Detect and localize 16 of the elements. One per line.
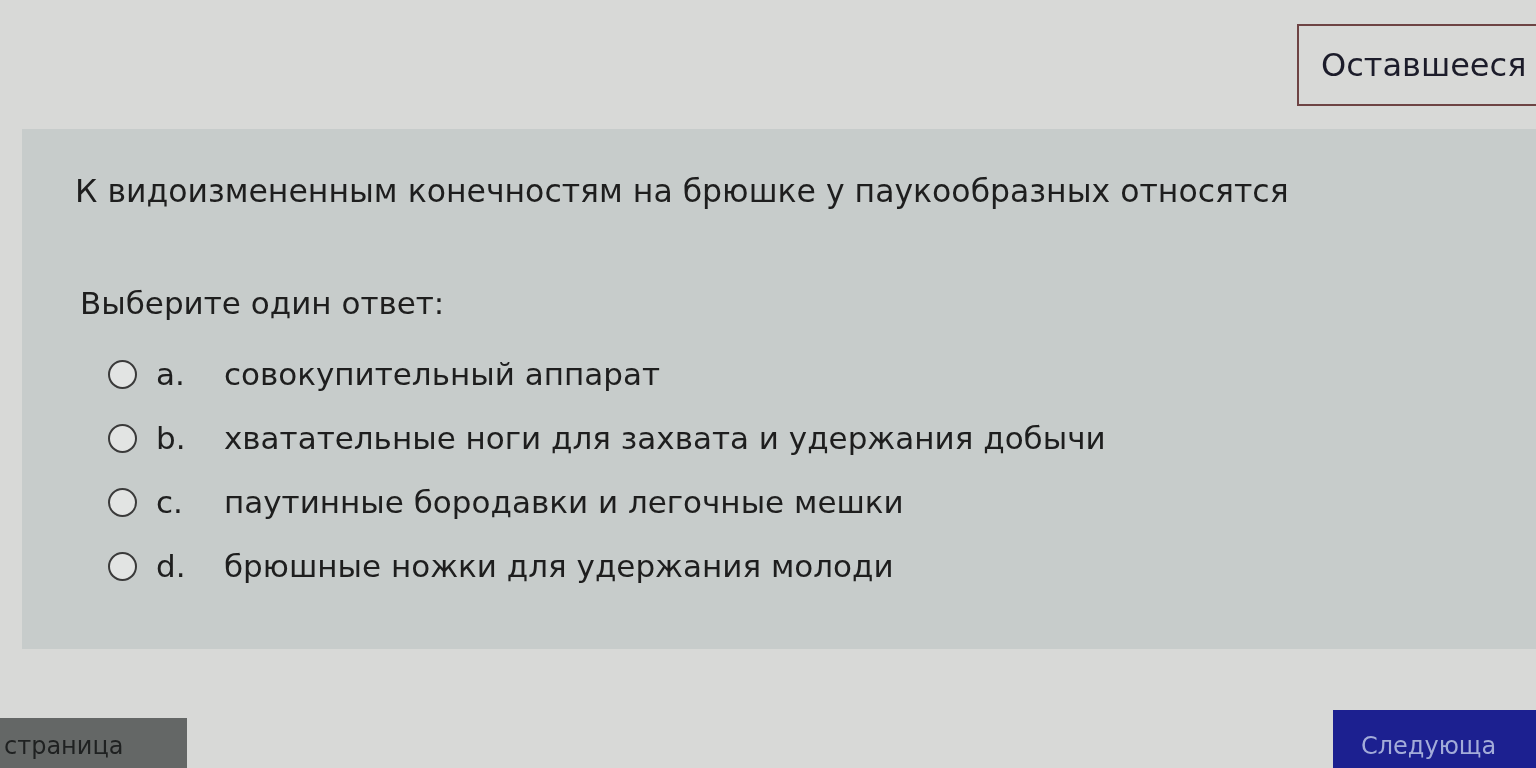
option-letter: c. [156, 484, 184, 520]
time-remaining-label: Оставшееся [1297, 24, 1536, 106]
radio-button[interactable] [108, 423, 137, 453]
answer-prompt: Выберите один ответ: [80, 285, 445, 321]
option-letter: a. [156, 356, 186, 392]
option-letter: d. [156, 548, 187, 584]
option-text[interactable]: хватательные ноги для захвата и удержания добычи [224, 420, 1106, 456]
next-page-button[interactable]: Следующа [1333, 710, 1536, 768]
option-text[interactable]: совокупительный аппарат [224, 356, 660, 392]
option-text[interactable]: брюшные ножки для удержания молоди [224, 548, 894, 584]
radio-button[interactable] [108, 551, 137, 581]
option-text[interactable]: паутинные бородавки и легочные мешки [224, 484, 904, 520]
radio-button[interactable] [108, 487, 137, 517]
option-letter: b. [156, 420, 187, 456]
question-text: К видоизмененным конечностям на брюшке у паукообразных относятся [75, 173, 1289, 209]
radio-button[interactable] [108, 359, 137, 389]
